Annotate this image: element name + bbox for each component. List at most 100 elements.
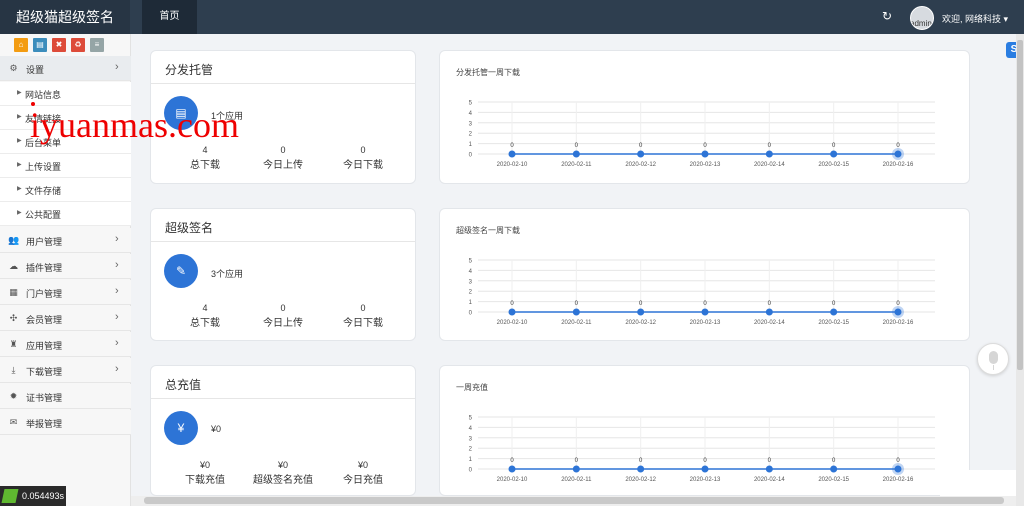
data-point[interactable]	[508, 308, 516, 316]
blank-area	[940, 470, 1016, 496]
data-point[interactable]	[765, 150, 773, 158]
stat-today-downloads: 0 今日下载	[323, 145, 403, 171]
refresh-icon[interactable]: ↻	[880, 9, 894, 23]
data-point[interactable]	[765, 465, 773, 473]
sidebar-item-cloud[interactable]: ☁ 插件管理 ›	[0, 254, 131, 279]
data-point[interactable]	[894, 465, 902, 473]
stat-value: 4	[202, 303, 208, 313]
y-tick-label: 4	[469, 426, 473, 432]
sidebar-item-arrows[interactable]: ✣ 会员管理 ›	[0, 306, 131, 331]
data-point[interactable]	[508, 465, 516, 473]
user-menu[interactable]: 欢迎, 网络科技 ▾	[942, 12, 1008, 25]
stat-value: 0	[360, 145, 366, 155]
sidebar-subitem-upload[interactable]: ▶ 上传设置	[0, 154, 131, 178]
sidebar-item-android[interactable]: ♜ 应用管理 ›	[0, 332, 131, 357]
stat-today-uploads: 0 今日上传	[243, 303, 323, 329]
stat-label: 今日上传	[263, 160, 303, 171]
card-title: 分发托管	[165, 63, 214, 77]
data-point[interactable]	[765, 308, 773, 316]
data-point[interactable]	[894, 308, 902, 316]
data-point[interactable]	[830, 308, 838, 316]
stat-label: 今日上传	[263, 318, 303, 329]
trash-icon[interactable]: ✖	[52, 38, 66, 52]
chevron-right-icon: ›	[115, 363, 119, 375]
home-icon[interactable]: ⌂	[14, 38, 28, 52]
caret-right-icon: ▶	[17, 186, 22, 192]
chart-card-distribution: 分发托管一周下载 0 1 2 3 4 5 2020-02-10 2020-02-11 2020-…	[439, 50, 970, 184]
sidebar-subitem-site-info[interactable]: ▶ 网站信息	[0, 82, 131, 106]
sidebar-item-label: 设置	[26, 65, 45, 75]
data-point[interactable]	[894, 150, 902, 158]
stat-today-downloads: 0 今日下载	[323, 303, 403, 329]
x-tick-label: 2020-02-10	[497, 477, 528, 483]
divider	[151, 398, 415, 399]
users-icon: 👥	[8, 235, 20, 245]
stat-label: 下载充值	[185, 475, 225, 486]
data-point[interactable]	[830, 465, 838, 473]
data-point[interactable]	[572, 308, 580, 316]
sidebar-subitem-label: 文件存储	[25, 186, 62, 196]
stat-total-downloads: 4 总下载	[165, 303, 245, 329]
sidebar-item-envelope[interactable]: ✉ 举报管理	[0, 410, 131, 435]
vertical-scrollbar-thumb[interactable]	[1017, 40, 1023, 370]
recharge-total: ¥0	[211, 424, 222, 434]
sidebar-item-grid[interactable]: ▦ 门户管理 ›	[0, 280, 131, 305]
stat-value: 0	[360, 303, 366, 313]
sidebar-subitem-label: 公共配置	[25, 210, 62, 220]
chart-card-super-sign: 超级签名一周下载 0 1 2 3 4 5 2020-02-10 2020-02-11 2020-…	[439, 208, 970, 341]
stat-card-super-sign: 超级签名 ✎ 3个应用 4 总下载 0 今日上传 0 今日下载	[150, 208, 416, 341]
sidebar-item-badge[interactable]: ✹ 证书管理	[0, 384, 131, 409]
horizontal-scrollbar-thumb[interactable]	[144, 497, 1004, 504]
card-title: 超级签名	[165, 221, 214, 235]
x-tick-label: 2020-02-16	[883, 162, 914, 168]
sidebar-subitem-storage[interactable]: ▶ 文件存储	[0, 178, 131, 202]
x-tick-label: 2020-02-11	[561, 162, 592, 168]
cloud-icon: ☁	[9, 261, 18, 271]
x-tick-label: 2020-02-10	[497, 162, 528, 168]
recycle-icon[interactable]: ♻	[71, 38, 85, 52]
chevron-right-icon: ›	[115, 337, 119, 349]
data-point[interactable]	[701, 308, 709, 316]
divider	[151, 241, 415, 242]
timer-value: 0.054493s	[22, 491, 65, 501]
caret-right-icon: ▶	[17, 162, 22, 168]
y-tick-label: 0	[469, 468, 473, 474]
debug-timer[interactable]: 0.054493s	[0, 486, 66, 506]
microphone-icon[interactable]	[977, 343, 1009, 375]
x-tick-label: 2020-02-14	[754, 320, 785, 326]
sidebar-item-settings[interactable]: ⚙ 设置 ›	[0, 56, 131, 81]
chevron-right-icon: ›	[115, 259, 119, 271]
y-tick-label: 0	[469, 153, 473, 159]
brand-logo[interactable]: 超级猫超级签名	[0, 0, 130, 34]
nav-home-tab[interactable]: 首页	[142, 0, 197, 34]
data-point[interactable]	[572, 150, 580, 158]
file-icon[interactable]: ▤	[33, 38, 47, 52]
sidebar-subitem-public-config[interactable]: ▶ 公共配置	[0, 202, 131, 226]
divider	[151, 83, 415, 84]
data-point[interactable]	[572, 465, 580, 473]
android-icon: ♜	[9, 339, 18, 349]
stat-value: ¥0	[277, 460, 288, 470]
data-point[interactable]	[830, 150, 838, 158]
list-icon[interactable]: ≡	[90, 38, 104, 52]
data-point[interactable]	[637, 465, 645, 473]
caret-right-icon: ▶	[17, 138, 22, 144]
download-icon: ⤓	[11, 365, 16, 375]
x-tick-label: 2020-02-14	[754, 477, 785, 483]
caret-right-icon: ▶	[17, 90, 22, 96]
y-tick-label: 3	[469, 436, 473, 442]
x-tick-label: 2020-02-15	[818, 162, 849, 168]
stat-today-uploads: 0 今日上传	[243, 145, 323, 171]
data-point[interactable]	[701, 150, 709, 158]
chart-distribution-weekly: 0 1 2 3 4 5 2020-02-10 2020-02-11 2020-02-12 2020…	[469, 101, 935, 168]
stat-download-recharge: ¥0 下载充值	[165, 460, 245, 486]
avatar[interactable]: admin	[910, 6, 934, 30]
chevron-right-icon: ›	[115, 285, 119, 297]
data-point[interactable]	[637, 308, 645, 316]
data-point[interactable]	[508, 150, 516, 158]
sidebar-item-users[interactable]: 👥 用户管理 ›	[0, 228, 131, 253]
data-point[interactable]	[701, 465, 709, 473]
data-point[interactable]	[637, 150, 645, 158]
sidebar-item-label: 应用管理	[26, 341, 63, 351]
sidebar-item-download[interactable]: ⤓ 下载管理 ›	[0, 358, 131, 383]
